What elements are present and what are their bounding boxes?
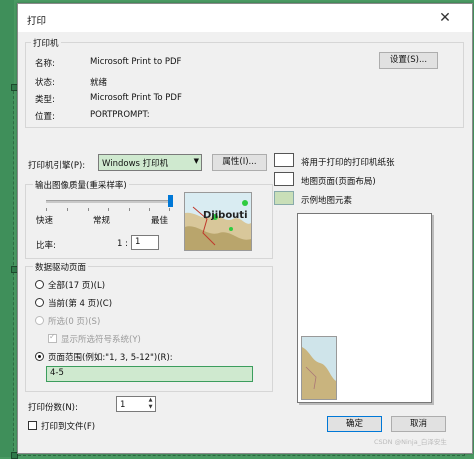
quality-slider-track[interactable] (46, 200, 170, 203)
slider-tick (149, 208, 150, 211)
ratio-input[interactable]: 1 (131, 235, 159, 250)
printer-location: PORTPROMPT: (90, 110, 150, 120)
printer-paper-icon[interactable] (274, 153, 294, 167)
page-range-label[interactable]: 页面范围(例如:"1, 3, 5-12")(R): (48, 351, 173, 363)
printer-type: Microsoft Print To PDF (90, 93, 182, 103)
radio-selected-pages[interactable] (35, 316, 44, 325)
quality-group-title: 输出图像质量(重采样率) (33, 179, 129, 191)
printer-engine-value: Windows 打印机 (102, 159, 169, 169)
show-selected-symbology-label: 显示所选符号系统(Y) (61, 335, 141, 345)
quality-slider-thumb[interactable] (168, 195, 173, 207)
slider-tick (129, 208, 130, 211)
dialog-title: 打印 (27, 16, 47, 27)
map-page-option[interactable]: 地图页面(页面布局) (301, 175, 376, 187)
ratio-label: 比率: (36, 241, 56, 251)
copies-value: 1 (120, 400, 126, 410)
preview-map-svg (302, 337, 336, 399)
map-element-icon[interactable] (274, 191, 294, 205)
print-preview-page (297, 213, 432, 403)
current-page-label[interactable]: 当前(第 4 页)(C) (48, 297, 112, 309)
pages-group-title: 数据驱动页面 (33, 261, 89, 273)
ratio-value: 1 (135, 237, 141, 247)
printer-group-title: 打印机 (31, 37, 61, 49)
print-to-file-label[interactable]: 打印到文件(F) (41, 420, 95, 432)
slider-tick (108, 208, 109, 211)
ok-button[interactable]: 确定 (327, 416, 382, 432)
slider-tick (88, 208, 89, 211)
map-city-dot (242, 200, 248, 206)
close-icon[interactable]: ✕ (437, 10, 453, 26)
printer-paper-option[interactable]: 将用于打印的打印机纸张 (301, 156, 395, 168)
printer-status: 就绪 (90, 78, 108, 88)
map-thumbnail-svg (185, 200, 251, 250)
map-label: Djibouti (203, 210, 248, 221)
slider-label-best: 最佳 (151, 216, 169, 226)
selected-pages-label: 所选(0 页)(S) (48, 317, 101, 327)
settings-button[interactable]: 设置(S)... (379, 52, 438, 69)
status-label: 状态: (35, 78, 55, 88)
name-label: 名称: (35, 59, 55, 69)
sample-map-elements-option[interactable]: 示例地图元素 (301, 194, 352, 206)
background-strip (0, 0, 14, 457)
preview-map-thumbnail (301, 336, 337, 400)
chevron-down-icon: ▼ (193, 157, 199, 165)
radio-all-pages[interactable] (35, 280, 44, 289)
copies-label: 打印份数(N): (28, 403, 78, 413)
slider-tick (67, 208, 68, 211)
map-page-icon[interactable] (274, 172, 294, 186)
slider-label-fast: 快速 (36, 216, 54, 226)
title-bar: 打印 ✕ (18, 4, 472, 32)
quality-preview-map: Djibouti (184, 192, 252, 251)
copies-spinner[interactable]: 1 ▲ ▼ (116, 396, 156, 412)
spin-arrows-icon[interactable]: ▲ ▼ (146, 397, 155, 412)
page-range-input[interactable]: 4-5 (46, 366, 253, 382)
printer-engine-select[interactable]: Windows 打印机 ▼ (98, 154, 202, 171)
page-range-value: 4-5 (50, 368, 64, 378)
slider-tick (169, 208, 170, 211)
location-label: 位置: (35, 112, 55, 122)
type-label: 类型: (35, 95, 55, 105)
all-pages-label[interactable]: 全部(17 页)(L) (48, 279, 105, 291)
properties-button[interactable]: 属性(I)... (212, 154, 267, 171)
slider-tick (46, 208, 47, 211)
print-dialog: 打印 ✕ 打印机 名称: Microsoft Print to PDF 状态: … (17, 3, 473, 454)
printer-engine-label: 打印机引擎(P): (28, 161, 86, 171)
show-selected-symbology-checkbox[interactable] (48, 332, 57, 343)
radio-current-page[interactable] (35, 298, 44, 307)
ratio-prefix: 1 : (117, 239, 128, 249)
cancel-button[interactable]: 取消 (391, 416, 446, 432)
slider-label-normal: 常规 (93, 216, 111, 226)
print-to-file-checkbox[interactable] (28, 421, 37, 430)
map-city-dot (229, 227, 233, 231)
printer-name: Microsoft Print to PDF (90, 57, 182, 67)
radio-page-range[interactable] (35, 352, 44, 361)
watermark-text: CSDN @Ninja_白泽安生 (374, 438, 447, 446)
